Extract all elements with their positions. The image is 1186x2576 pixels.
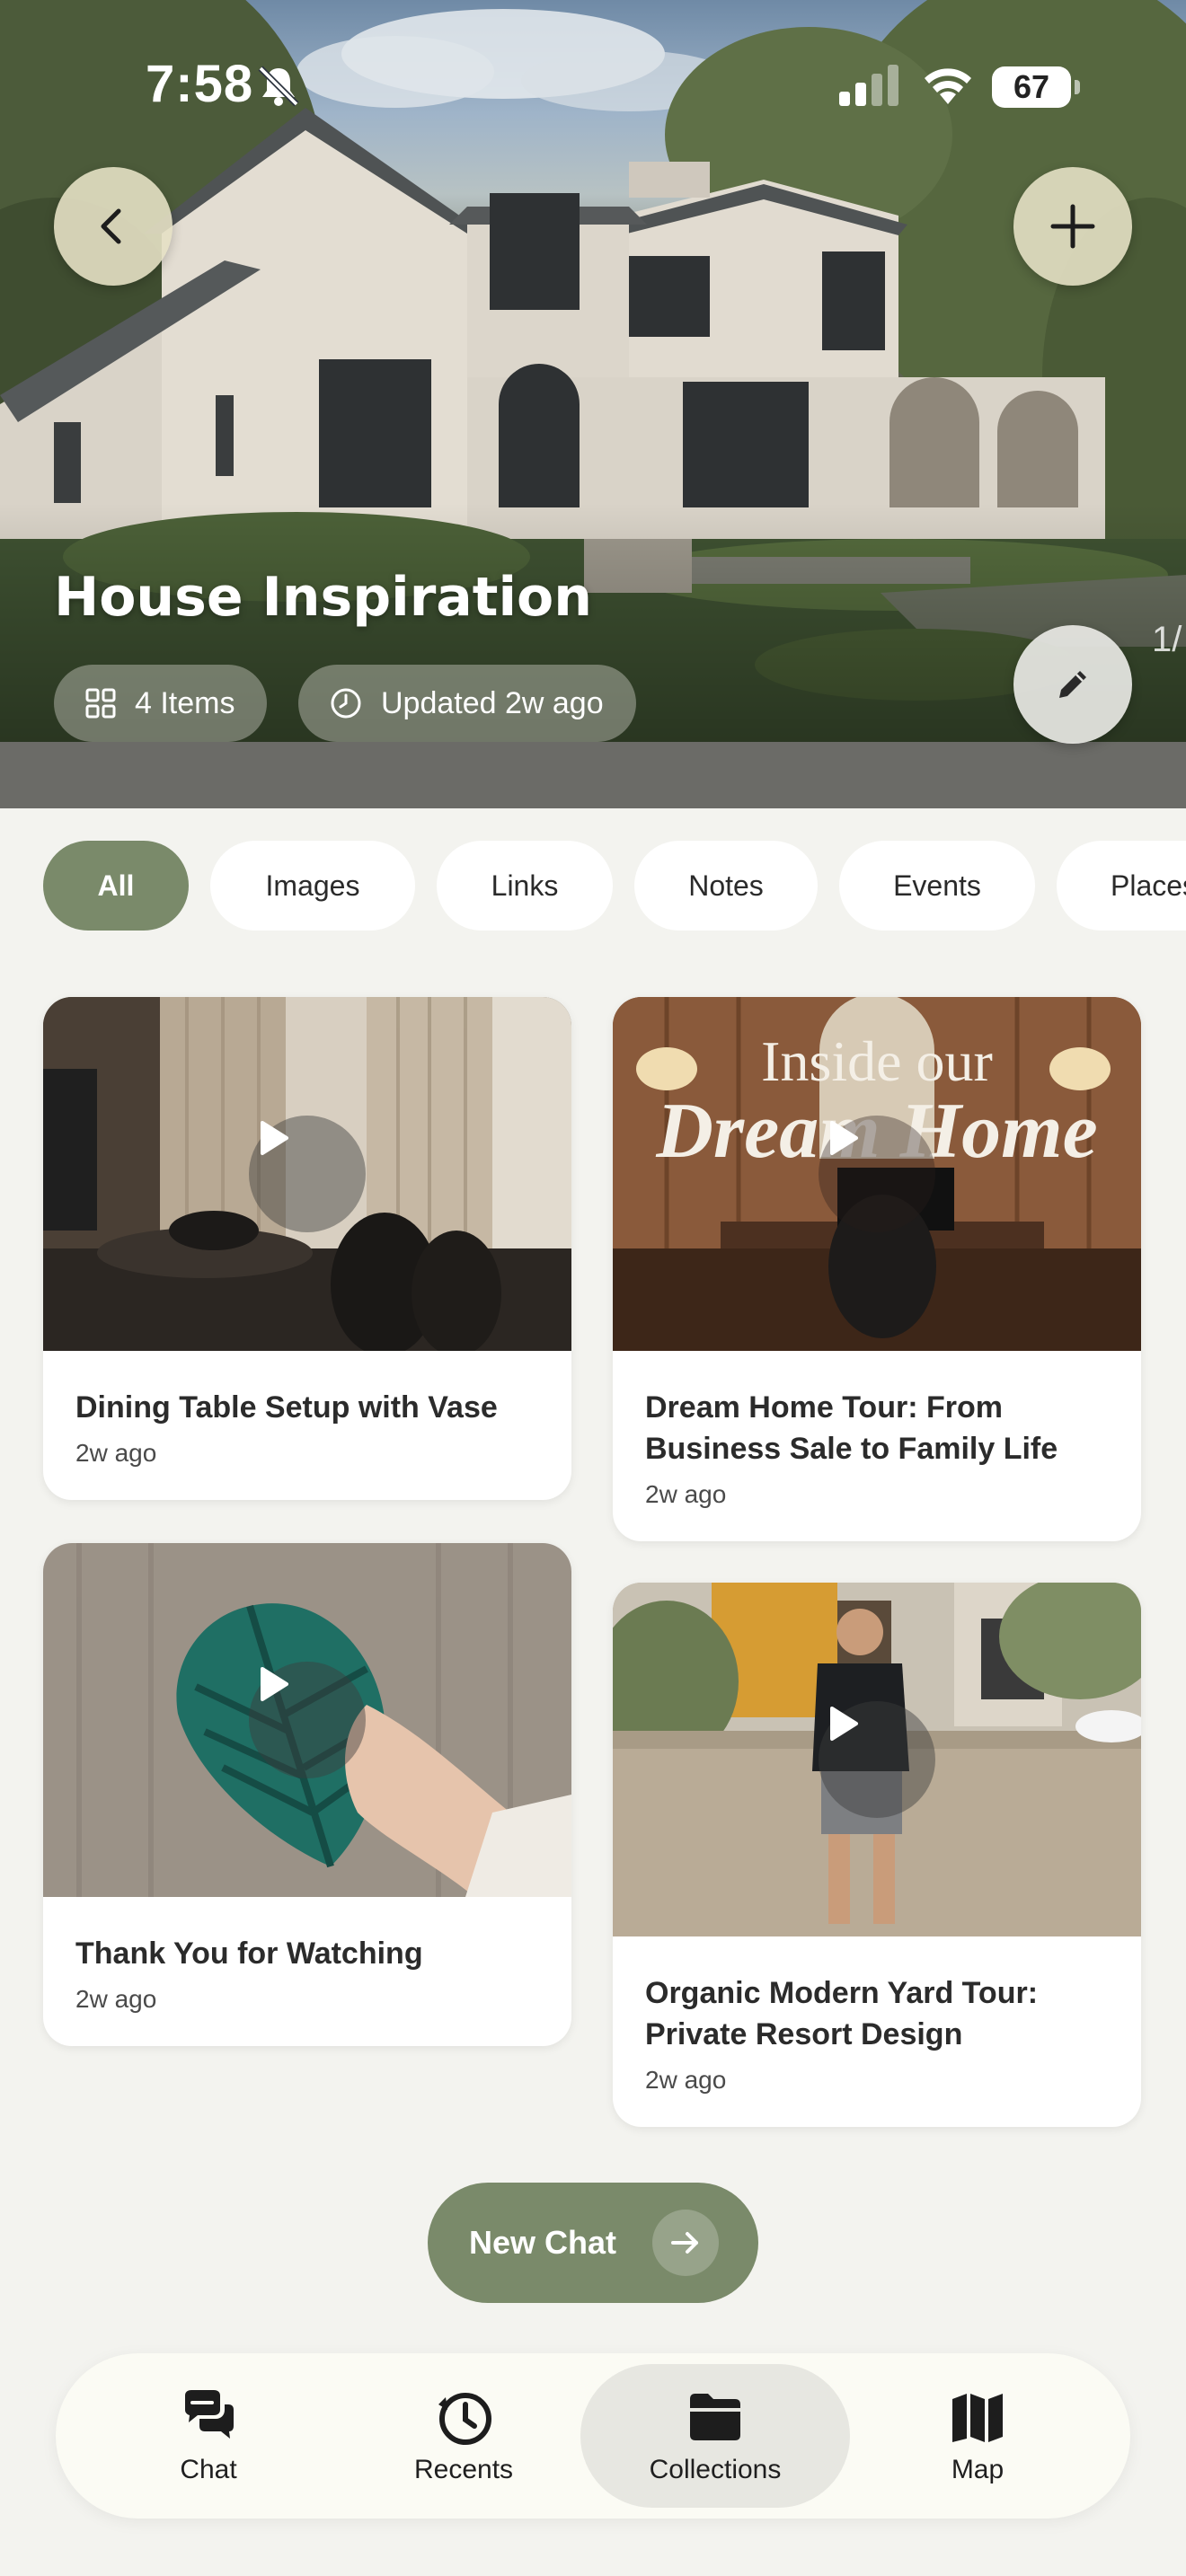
clock-icon xyxy=(331,688,361,719)
card-timestamp: 2w ago xyxy=(75,1985,157,2013)
card-title: Thank You for Watching xyxy=(75,1936,423,1971)
card-thumbnail: Inside our Dream Home xyxy=(613,997,1141,1351)
chevron-left-icon xyxy=(101,208,121,244)
map-icon xyxy=(952,2394,1003,2442)
card-title: Organic Modern Yard Tour: Private Resort… xyxy=(645,1976,1039,2051)
add-button[interactable] xyxy=(1013,167,1132,286)
card-thumbnail xyxy=(43,1543,571,1897)
folder-icon xyxy=(690,2394,740,2440)
play-icon xyxy=(830,1121,858,1155)
collection-title: House Inspiration xyxy=(54,566,592,629)
play-button[interactable] xyxy=(249,1662,366,1778)
nav-label-recents: Recents xyxy=(413,2455,514,2484)
play-icon xyxy=(261,1667,288,1701)
nav-item-recents[interactable]: Recents xyxy=(329,2364,598,2508)
collection-card[interactable]: Thank You for Watching 2w ago xyxy=(43,1543,571,2046)
card-thumbnail xyxy=(613,1583,1141,1936)
new-chat-button[interactable]: New Chat xyxy=(428,2183,758,2303)
card-title: Dream Home Tour: From Business Sale to F… xyxy=(645,1390,1058,1466)
collection-card[interactable]: Organic Modern Yard Tour: Private Resort… xyxy=(613,1583,1141,2127)
back-button[interactable] xyxy=(54,167,173,286)
clock-history-icon xyxy=(438,2393,491,2445)
play-button[interactable] xyxy=(819,1116,935,1232)
collection-card[interactable]: Dining Table Setup with Vase 2w ago xyxy=(43,997,571,1500)
wifi-icon xyxy=(925,68,971,104)
cellular-signal-icon xyxy=(839,65,898,106)
updated-label: Updated 2w ago xyxy=(381,685,604,720)
nav-item-chat[interactable]: Chat xyxy=(74,2364,343,2508)
filter-tab-places[interactable]: Places xyxy=(1057,841,1186,931)
new-chat-label: New Chat xyxy=(469,2224,617,2261)
pencil-icon xyxy=(1059,671,1086,698)
updated-chip: Updated 2w ago xyxy=(298,665,636,742)
nav-item-collections[interactable]: Collections xyxy=(580,2364,850,2508)
page-indicator: 1/ xyxy=(1152,620,1182,659)
filter-tab-links[interactable]: Links xyxy=(437,841,613,931)
card-timestamp: 2w ago xyxy=(75,1439,157,1467)
chat-bubbles-icon xyxy=(185,2390,234,2439)
filter-tab-events[interactable]: Events xyxy=(839,841,1035,931)
play-button[interactable] xyxy=(249,1116,366,1232)
nav-item-map[interactable]: Map xyxy=(843,2364,1112,2508)
status-time: 7:58 xyxy=(146,55,254,113)
filter-tab-notes[interactable]: Notes xyxy=(634,841,818,931)
bottom-navigation: Chat Recents Collections Map xyxy=(56,2353,1130,2519)
card-timestamp: 2w ago xyxy=(645,1480,727,1508)
card-timestamp: 2w ago xyxy=(645,2066,727,2094)
battery-indicator: 67 xyxy=(992,66,1080,108)
collection-card[interactable]: Inside our Dream Home Dream Home Tour: F… xyxy=(613,997,1141,1541)
play-icon xyxy=(261,1121,288,1155)
filter-tabs: All Images Links Notes Events Places xyxy=(0,841,1186,932)
play-button[interactable] xyxy=(819,1701,935,1818)
items-count-label: 4 Items xyxy=(135,685,235,720)
hero-bottom-band xyxy=(0,742,1186,808)
grid-icon xyxy=(85,688,116,719)
card-title: Dining Table Setup with Vase xyxy=(75,1390,498,1425)
items-count-chip: 4 Items xyxy=(54,665,268,742)
status-bar: 7:58 67 xyxy=(0,0,1186,171)
filter-tab-all[interactable]: All xyxy=(43,841,189,931)
nav-label-chat: Chat xyxy=(180,2455,237,2484)
hero-header: 7:58 67 House Inspiration 4 Items Update… xyxy=(0,0,1186,808)
plus-icon xyxy=(1050,204,1095,249)
nav-label-collections: Collections xyxy=(649,2455,782,2484)
edit-button[interactable] xyxy=(1013,625,1132,744)
arrow-right-icon xyxy=(652,2210,719,2276)
card-thumbnail xyxy=(43,997,571,1351)
overlay-line-1: Inside our xyxy=(761,1029,993,1093)
filter-tab-images[interactable]: Images xyxy=(210,841,415,931)
bell-slash-icon xyxy=(258,66,299,107)
nav-label-map: Map xyxy=(951,2455,1005,2484)
play-icon xyxy=(830,1707,858,1741)
